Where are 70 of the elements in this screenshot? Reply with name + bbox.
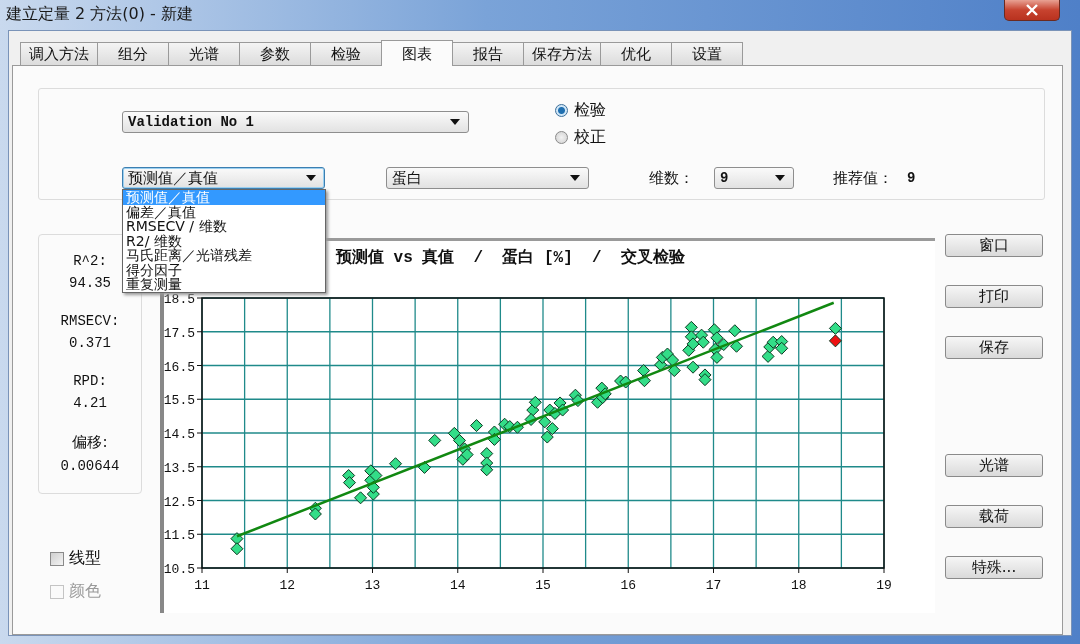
caret-icon	[775, 175, 785, 181]
tab[interactable]: 参数	[239, 42, 311, 65]
dropdown-item[interactable]: 偏差／真值	[123, 204, 325, 219]
stat-value: 0.00644	[60, 458, 120, 474]
stat-value: 4.21	[73, 395, 107, 411]
tab[interactable]: 调入方法	[20, 42, 98, 65]
close-icon	[1025, 4, 1039, 16]
close-button[interactable]	[1004, 0, 1060, 21]
y-tick-label: 14.5	[164, 427, 195, 442]
x-tick-label: 12	[279, 578, 296, 593]
y-tick-label: 10.5	[164, 562, 195, 577]
action-button[interactable]: 保存	[945, 336, 1043, 359]
x-tick-label: 15	[535, 578, 551, 593]
tab[interactable]: 优化	[600, 42, 672, 65]
checkbox-label: 颜色	[69, 581, 101, 602]
caret-icon	[570, 175, 580, 181]
action-button[interactable]: 载荷	[945, 505, 1043, 528]
stat-label: R^2:	[73, 253, 107, 269]
y-tick-label: 17.5	[164, 325, 195, 341]
plot-type-dropdown[interactable]: 预测值／真值	[122, 167, 325, 189]
stat-value: 94.35	[69, 275, 111, 291]
factors-label: 维数：	[649, 168, 694, 188]
tab[interactable]: 检验	[310, 42, 382, 65]
x-tick-label: 13	[364, 578, 381, 593]
y-tick-label: 12.5	[164, 494, 195, 510]
window-title: 建立定量 2 方法(0) - 新建	[6, 4, 193, 25]
tab[interactable]: 保存方法	[523, 42, 601, 65]
dropdown-item[interactable]: 重复测量	[123, 277, 325, 292]
tab[interactable]: 光谱	[168, 42, 240, 65]
action-button[interactable]: 特殊...	[945, 556, 1043, 579]
stat-value: 0.371	[69, 335, 111, 351]
checkbox-label: 线型	[69, 548, 101, 569]
tab[interactable]: 图表	[381, 40, 453, 66]
stat-label: 偏移:	[72, 433, 108, 452]
caret-icon	[450, 119, 460, 125]
x-tick-label: 11	[194, 578, 210, 593]
y-tick-label: 18.5	[164, 292, 195, 307]
component-dropdown[interactable]: 蛋白	[386, 167, 589, 189]
x-tick-label: 16	[620, 578, 637, 593]
radio-option[interactable]: 检验	[555, 99, 606, 121]
stat-label: RPD:	[73, 373, 107, 389]
recommended-value: 9	[907, 170, 916, 186]
action-button[interactable]: 窗口	[945, 234, 1043, 257]
tab[interactable]: 组分	[97, 42, 169, 65]
factors-dropdown[interactable]: 9	[714, 167, 794, 189]
x-tick-label: 17	[705, 578, 722, 593]
y-tick-label: 16.5	[164, 359, 195, 375]
caret-icon	[306, 175, 316, 181]
action-button[interactable]: 光谱	[945, 454, 1043, 477]
x-tick-label: 14	[449, 578, 466, 593]
tab[interactable]: 设置	[671, 42, 743, 65]
x-tick-label: 19	[876, 578, 892, 593]
action-button[interactable]: 打印	[945, 285, 1043, 308]
chart-title: 预测值 vs 真值 / 蛋白 [%] / 交叉检验	[336, 247, 685, 268]
dropdown-item[interactable]: 马氏距离／光谱残差	[123, 248, 325, 263]
radio-label: 校正	[574, 126, 606, 148]
recommended-label: 推荐值：	[833, 168, 893, 188]
dropdown-item[interactable]: R2/ 维数	[123, 233, 325, 248]
x-tick-label: 18	[790, 578, 807, 593]
checkbox-option[interactable]: 线型	[50, 548, 142, 569]
tab[interactable]: 报告	[452, 42, 524, 65]
validation-dropdown[interactable]: Validation No 1	[122, 111, 469, 133]
y-tick-label: 13.5	[164, 460, 195, 476]
y-tick-label: 11.5	[164, 528, 195, 544]
radio-label: 检验	[574, 99, 606, 121]
dropdown-item[interactable]: 得分因子	[123, 262, 325, 277]
stat-label: RMSECV:	[60, 313, 120, 329]
y-tick-label: 15.5	[164, 393, 195, 409]
radio-option[interactable]: 校正	[555, 126, 606, 148]
dropdown-item[interactable]: RMSECV / 维数	[123, 219, 325, 234]
